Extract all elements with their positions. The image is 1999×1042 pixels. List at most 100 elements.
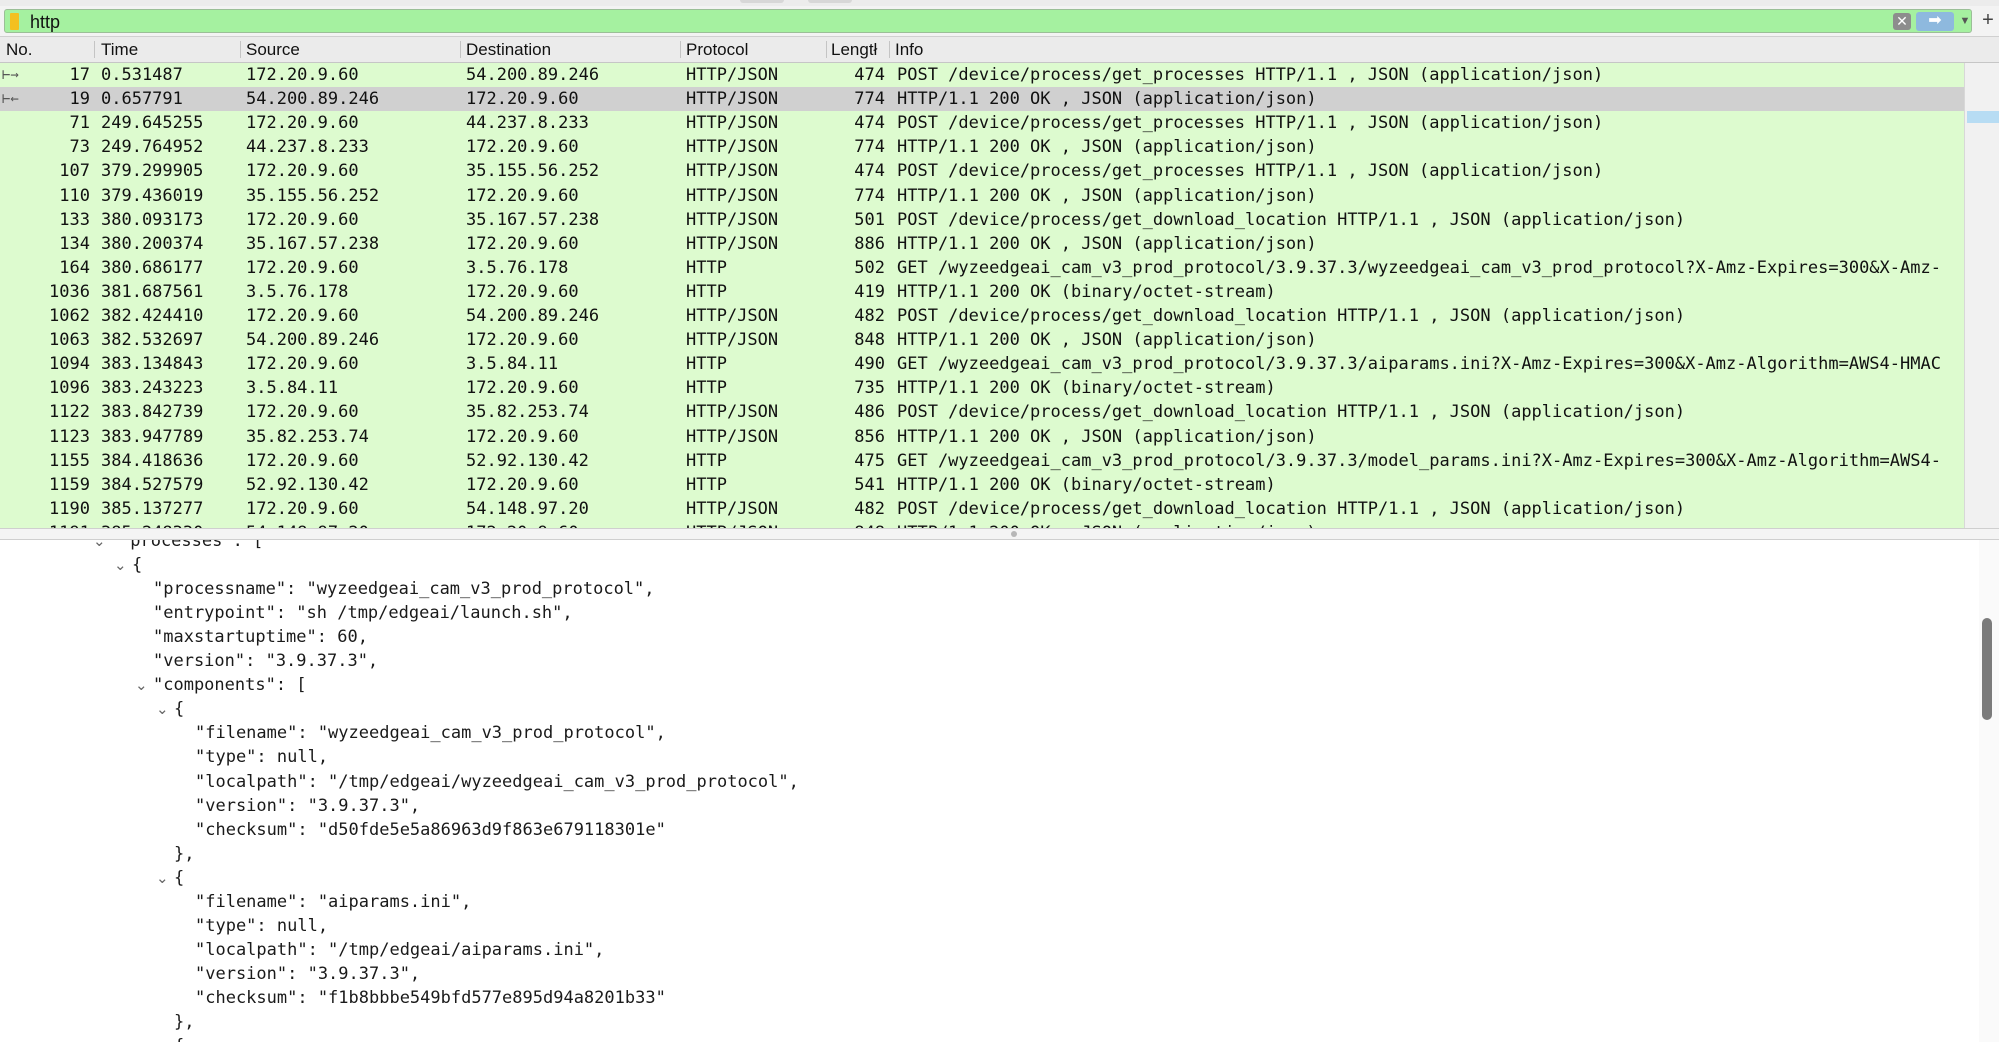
details-scrollbar[interactable] bbox=[1979, 540, 1999, 1042]
json-tree-line[interactable]: "type": null, bbox=[195, 746, 328, 768]
packet-no: 1036 bbox=[49, 282, 90, 302]
packet-destination: 35.167.57.238 bbox=[466, 210, 600, 230]
details-scroll-thumb[interactable] bbox=[1982, 618, 1992, 720]
json-tree-line[interactable]: "entrypoint": "sh /tmp/edgeai/launch.sh"… bbox=[153, 602, 573, 624]
filter-text[interactable]: http bbox=[30, 12, 60, 33]
plus-icon[interactable]: + bbox=[1980, 10, 1996, 30]
packet-row[interactable]: 110 379.436019 35.155.56.252 172.20.9.60 HTT… bbox=[0, 184, 1964, 208]
packet-row[interactable]: 1155 384.418636 172.20.9.60 52.92.130.42 HTT… bbox=[0, 449, 1964, 473]
packet-info: HTTP/1.1 200 OK , JSON (application/json… bbox=[897, 330, 1317, 350]
json-tree-line[interactable]: "localpath": "/tmp/edgeai/aiparams.ini", bbox=[195, 939, 604, 961]
display-filter-input[interactable]: http ✕ ➡ ▼ bbox=[4, 9, 1972, 33]
json-tree-line[interactable]: "filename": "wyzeedgeai_cam_v3_prod_prot… bbox=[195, 722, 666, 744]
apply-arrow-icon[interactable]: ➡ bbox=[1916, 12, 1954, 31]
packet-row[interactable]: 164 380.686177 172.20.9.60 3.5.76.178 HTTP 50… bbox=[0, 256, 1964, 280]
json-tree-line[interactable]: "checksum": "f1b8bbbe549bfd577e895d94a82… bbox=[195, 987, 666, 1009]
packet-row[interactable]: 1062 382.424410 172.20.9.60 54.200.89.246 HT… bbox=[0, 304, 1964, 328]
expand-toggle-icon[interactable]: ⌄ bbox=[156, 698, 169, 720]
packet-no: 1190 bbox=[49, 499, 90, 519]
packet-time: 382.532697 bbox=[101, 330, 204, 350]
expand-toggle-icon[interactable]: ⌄ bbox=[135, 674, 148, 696]
json-tree-line[interactable]: "processes": [ bbox=[120, 540, 263, 552]
packet-list-scrollbar[interactable] bbox=[1964, 63, 1999, 528]
packet-destination: 54.200.89.246 bbox=[466, 306, 600, 326]
packet-row[interactable]: 71 249.645255 172.20.9.60 44.237.8.233 HTTP/… bbox=[0, 111, 1964, 135]
column-header-time[interactable]: Time bbox=[101, 40, 236, 59]
packet-protocol: HTTP/JSON bbox=[686, 499, 779, 519]
expand-toggle-icon[interactable]: ⌄ bbox=[156, 1035, 169, 1042]
packet-time: 385.137277 bbox=[101, 499, 204, 519]
json-tree-line[interactable]: "version": "3.9.37.3", bbox=[195, 795, 420, 817]
column-header-length[interactable]: Lengtł bbox=[831, 40, 888, 59]
packet-row[interactable]: 1122 383.842739 172.20.9.60 35.82.253.74 HTT… bbox=[0, 400, 1964, 424]
column-divider[interactable] bbox=[240, 41, 241, 58]
packet-length: 490 bbox=[854, 354, 885, 374]
packet-source: 172.20.9.60 bbox=[246, 113, 359, 133]
json-tree-line[interactable]: "localpath": "/tmp/edgeai/wyzeedgeai_cam… bbox=[195, 771, 799, 793]
json-tree-line[interactable]: "type": null, bbox=[195, 915, 328, 937]
column-divider[interactable] bbox=[826, 41, 827, 58]
packet-row[interactable]: 133 380.093173 172.20.9.60 35.167.57.238 HTT… bbox=[0, 208, 1964, 232]
column-header-source[interactable]: Source bbox=[246, 40, 456, 59]
packet-row[interactable]: 107 379.299905 172.20.9.60 35.155.56.252 HTT… bbox=[0, 159, 1964, 183]
packet-protocol: HTTP/JSON bbox=[686, 65, 779, 85]
packet-row[interactable]: 73 249.764952 44.237.8.233 172.20.9.60 HTTP/… bbox=[0, 135, 1964, 159]
packet-info: POST /device/process/get_download_locati… bbox=[897, 402, 1686, 422]
packet-row[interactable]: 1159 384.527579 52.92.130.42 172.20.9.60 HTT… bbox=[0, 473, 1964, 497]
packet-row[interactable]: 1191385.24833054.148.97.20172.20.9.60HTT… bbox=[0, 521, 1964, 528]
packet-length: 774 bbox=[854, 186, 885, 206]
packet-row[interactable]: ⊢← 19 0.657791 54.200.89.246 172.20.9.60 HTTP… bbox=[0, 87, 1964, 111]
json-tree-line[interactable]: "processname": "wyzeedgeai_cam_v3_prod_p… bbox=[153, 578, 655, 600]
packet-row[interactable]: 1094 383.134843 172.20.9.60 3.5.84.11 HTTP 49… bbox=[0, 352, 1964, 376]
json-tree-line[interactable]: "maxstartuptime": 60, bbox=[153, 626, 368, 648]
packet-destination: 172.20.9.60 bbox=[466, 234, 579, 254]
packet-destination: 172.20.9.60 bbox=[466, 475, 579, 495]
packet-no: 110 bbox=[59, 186, 90, 206]
column-divider[interactable] bbox=[460, 41, 461, 58]
packet-protocol: HTTP/JSON bbox=[686, 234, 779, 254]
column-header-destination[interactable]: Destination bbox=[466, 40, 676, 59]
packet-row[interactable]: 1123 383.947789 35.82.253.74 172.20.9.60 HTT… bbox=[0, 425, 1964, 449]
json-tree-line[interactable]: "components": [ bbox=[153, 674, 307, 696]
column-header-info[interactable]: Info bbox=[895, 40, 1095, 59]
packet-row[interactable]: 1096 383.243223 3.5.84.11 172.20.9.60 HTTP 73… bbox=[0, 376, 1964, 400]
packet-source: 52.92.130.42 bbox=[246, 475, 369, 495]
expand-toggle-icon[interactable]: ⌄ bbox=[114, 554, 127, 576]
packet-row[interactable]: 1190 385.137277 172.20.9.60 54.148.97.20 HTT… bbox=[0, 497, 1964, 521]
expand-toggle-icon[interactable]: ⌄ bbox=[156, 867, 169, 889]
json-tree-line[interactable]: "checksum": "d50fde5e5a86963d9f863e67911… bbox=[195, 819, 666, 841]
column-divider[interactable] bbox=[889, 41, 890, 58]
json-tree-line[interactable]: "filename": "aiparams.ini", bbox=[195, 891, 471, 913]
packet-time: 383.947789 bbox=[101, 427, 204, 447]
chevron-down-icon[interactable]: ▼ bbox=[1957, 12, 1973, 31]
packet-time: 381.687561 bbox=[101, 282, 204, 302]
column-header-protocol[interactable]: Protocol bbox=[686, 40, 824, 59]
json-tree-line[interactable]: "version": "3.9.37.3", bbox=[153, 650, 378, 672]
clear-x-icon[interactable]: ✕ bbox=[1893, 13, 1911, 30]
column-divider[interactable] bbox=[680, 41, 681, 58]
packet-row[interactable]: 1063 382.532697 54.200.89.246 172.20.9.60 HT… bbox=[0, 328, 1964, 352]
json-tree-line[interactable]: { bbox=[174, 1035, 184, 1042]
json-tree-line[interactable]: "version": "3.9.37.3", bbox=[195, 963, 420, 985]
packet-protocol: HTTP/JSON bbox=[686, 137, 779, 157]
pane-splitter[interactable] bbox=[0, 528, 1999, 540]
json-tree-line[interactable]: { bbox=[132, 554, 142, 576]
packet-row[interactable]: ⊢→ 17 0.531487 172.20.9.60 54.200.89.246 HTTP… bbox=[0, 63, 1964, 87]
expand-toggle-icon[interactable]: ⌄ bbox=[93, 540, 106, 552]
packet-length: 482 bbox=[854, 306, 885, 326]
column-header-no[interactable]: No. bbox=[6, 40, 86, 59]
packet-row[interactable]: 134 380.200374 35.167.57.238 172.20.9.60 HTT… bbox=[0, 232, 1964, 256]
packet-time: 384.527579 bbox=[101, 475, 204, 495]
splitter-grip[interactable] bbox=[1011, 531, 1017, 537]
json-tree-line[interactable]: { bbox=[174, 867, 184, 889]
filter-bookmark-icon[interactable] bbox=[10, 13, 19, 30]
packet-row[interactable]: 1036 381.687561 3.5.76.178 172.20.9.60 HTTP 4… bbox=[0, 280, 1964, 304]
packet-info: HTTP/1.1 200 OK , JSON (application/json… bbox=[897, 137, 1317, 157]
json-tree-line[interactable]: }, bbox=[174, 843, 194, 865]
packet-protocol: HTTP/JSON bbox=[686, 113, 779, 133]
json-tree-line[interactable]: { bbox=[174, 698, 184, 720]
column-divider[interactable] bbox=[94, 41, 95, 58]
packet-list: No. Time Source Destination Protocol Len… bbox=[0, 37, 1999, 528]
packet-length: 886 bbox=[854, 234, 885, 254]
json-tree-line[interactable]: }, bbox=[174, 1011, 194, 1033]
